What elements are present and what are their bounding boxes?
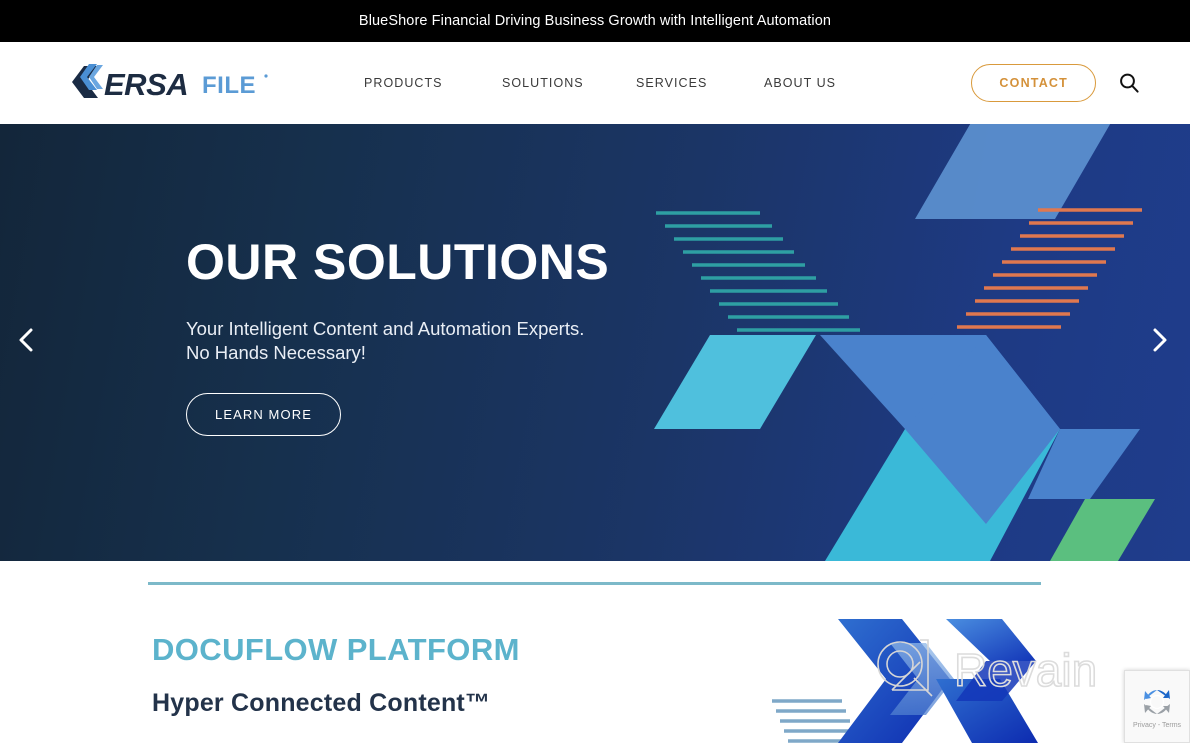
section-title: DOCUFLOW PLATFORM [152, 632, 520, 667]
svg-text:ERSA: ERSA [104, 67, 188, 102]
nav-about-us[interactable]: ABOUT US [764, 66, 884, 100]
learn-more-button[interactable]: LEARN MORE [186, 393, 341, 437]
hero-subtitle-line-1: Your Intelligent Content and Automation … [186, 317, 585, 339]
recaptcha-badge[interactable]: Privacy - Terms [1124, 670, 1190, 743]
chevron-left-icon [16, 326, 36, 359]
svg-text:FILE: FILE [202, 72, 256, 99]
header-actions: CONTACT [971, 64, 1190, 102]
carousel-prev-button[interactable] [6, 323, 46, 363]
hero-geometric-artwork [654, 124, 1155, 561]
contact-button[interactable]: CONTACT [971, 64, 1096, 102]
recaptcha-icon [1144, 689, 1170, 714]
hero-subtitle-line-2: No Hands Necessary! [186, 341, 366, 363]
nav-solutions[interactable]: SOLUTIONS [502, 66, 636, 100]
teal-stripe-group [656, 211, 860, 332]
section-divider [148, 582, 1041, 585]
hero-subtitle: Your Intelligent Content and Automation … [186, 317, 609, 366]
hero-title: OUR SOLUTIONS [186, 234, 610, 290]
nav-products[interactable]: PRODUCTS [364, 66, 502, 100]
orange-stripe-group [957, 208, 1142, 329]
hero-copy: OUR SOLUTIONS Your Intelligent Content a… [186, 234, 610, 437]
versafile-logo-mark: ERSA FILE [72, 64, 268, 102]
recaptcha-legal-text: Privacy - Terms [1132, 721, 1182, 729]
search-icon[interactable] [1118, 72, 1140, 94]
carousel-next-button[interactable] [1140, 323, 1180, 363]
site-header: ERSA FILE PRODUCTS SOLUTIONS SERVICES AB… [0, 42, 1190, 124]
announcement-banner[interactable]: BlueShore Financial Driving Business Gro… [0, 0, 1190, 42]
section-subtitle: Hyper Connected Content™ [152, 689, 491, 717]
hero-carousel-slide: OUR SOLUTIONS Your Intelligent Content a… [0, 124, 1190, 561]
announcement-text: BlueShore Financial Driving Business Gro… [358, 13, 832, 29]
nav-services[interactable]: SERVICES [636, 66, 764, 100]
versafile-logo[interactable]: ERSA FILE [64, 63, 272, 103]
main-navigation: PRODUCTS SOLUTIONS SERVICES ABOUT US [364, 66, 884, 100]
page-root: BlueShore Financial Driving Business Gro… [0, 0, 1190, 743]
docuflow-section: DOCUFLOW PLATFORM Hyper Connected Conten… [0, 561, 1190, 743]
chevron-right-icon [1150, 326, 1170, 359]
